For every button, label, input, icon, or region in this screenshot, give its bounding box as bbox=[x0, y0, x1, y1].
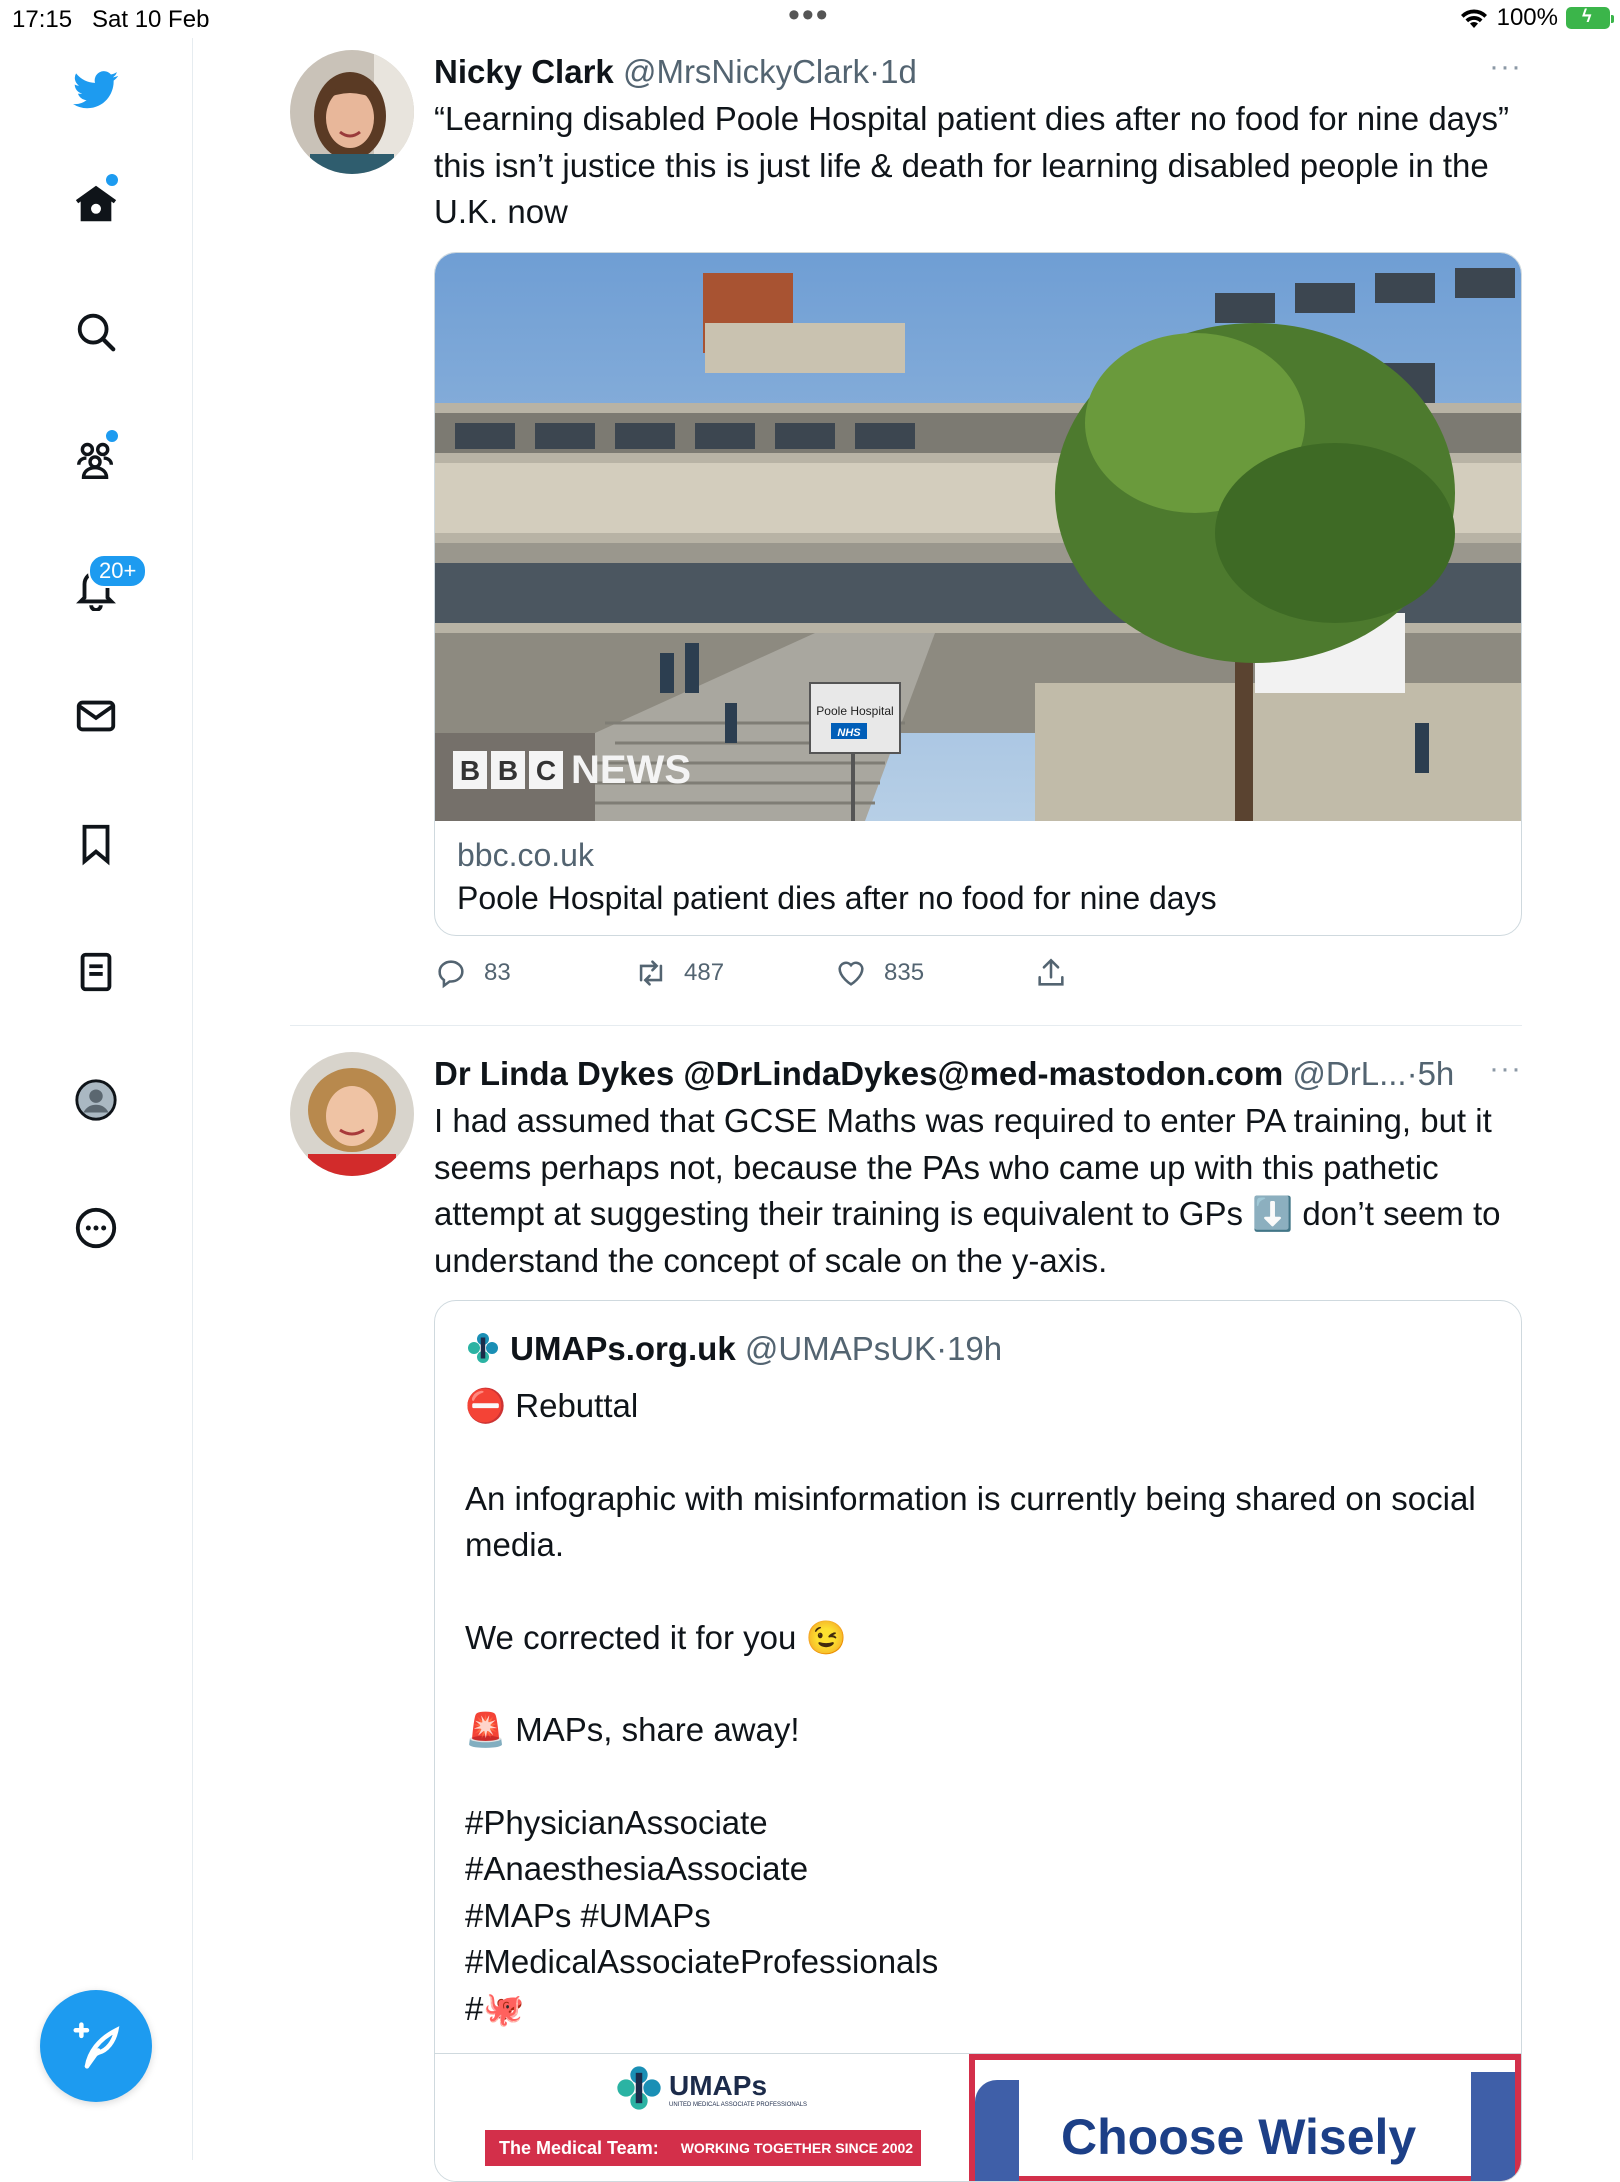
bookmark-icon[interactable] bbox=[64, 812, 128, 876]
infographic-right-panel: Choose Wisely bbox=[969, 2054, 1521, 2181]
retweet-count: 487 bbox=[684, 959, 725, 986]
author-name[interactable]: Dr Linda Dykes @DrLindaDykes@med-mastodo… bbox=[434, 1055, 1283, 1092]
more-options-icon[interactable]: ··· bbox=[1489, 1052, 1522, 1086]
tweet[interactable]: Dr Linda Dykes @DrLindaDykes@med-mastodo… bbox=[290, 1052, 1522, 2182]
tweet-text: I had assumed that GCSE Maths was requir… bbox=[434, 1102, 1501, 1279]
infographic-banner-a: The Medical Team: bbox=[499, 2137, 659, 2158]
infographic-bar-right bbox=[1471, 2072, 1515, 2181]
link-domain: bbc.co.uk bbox=[457, 837, 594, 873]
tweet-body: Nicky Clark @MrsNickyClark·1d ··· “Learn… bbox=[434, 50, 1522, 989]
quoted-tweet-content: UMAPs.org.uk @UMAPsUK·19h ⛔ Rebuttal An … bbox=[465, 1327, 1495, 2032]
retweet-icon bbox=[639, 960, 663, 986]
quoted-line-infographic: An infographic with misinformation is cu… bbox=[465, 1479, 1476, 1564]
hashtag[interactable]: #PhysicianAssociate bbox=[465, 1800, 1495, 1847]
umaps-logo-icon bbox=[468, 1333, 498, 1363]
avatar[interactable] bbox=[290, 1052, 414, 1176]
tweet[interactable]: Nicky Clark @MrsNickyClark·1d ··· “Learn… bbox=[290, 50, 1522, 989]
quoted-tweet-header: UMAPs.org.uk @UMAPsUK·19h bbox=[465, 1327, 1495, 1371]
share-upload-icon bbox=[1038, 958, 1064, 986]
infographic-right-title: Choose Wisely bbox=[1061, 2109, 1417, 2165]
infographic-banner-b: WORKING TOGETHER SINCE 2002 bbox=[680, 2140, 914, 2156]
battery-icon: ϟ bbox=[1566, 6, 1614, 29]
infographic-left-panel: UMAPs UNITED MEDICAL ASSOCIATE PROFESSIO… bbox=[435, 2054, 969, 2181]
messages-envelope-icon[interactable] bbox=[64, 684, 128, 748]
profile-avatar-icon[interactable] bbox=[64, 1068, 128, 1132]
sign-nhs: NHS bbox=[837, 727, 861, 739]
tweet-text: “Learning disabled Poole Hospital patien… bbox=[434, 100, 1510, 230]
tweet-header: Dr Linda Dykes @DrLindaDykes@med-mastodo… bbox=[434, 1052, 1474, 1096]
tweet-body: Dr Linda Dykes @DrLindaDykes@med-mastodo… bbox=[434, 1052, 1522, 2182]
link-preview-meta: bbc.co.uk Poole Hospital patient dies af… bbox=[435, 821, 1521, 931]
infographic-banner: The Medical Team: WORKING TOGETHER SINCE… bbox=[485, 2130, 921, 2166]
author-name[interactable]: Nicky Clark bbox=[434, 53, 614, 90]
tweet-time[interactable]: 1d bbox=[880, 53, 917, 90]
author-handle[interactable]: @DrL... bbox=[1292, 1055, 1406, 1092]
link-preview-card[interactable]: Poole Hospital NHS B B C NEWS bbc.co.uk … bbox=[434, 252, 1522, 936]
sidebar: 20+ bbox=[0, 38, 193, 2160]
wifi-icon bbox=[1460, 9, 1487, 28]
quoted-tweet[interactable]: UMAPs.org.uk @UMAPsUK·19h ⛔ Rebuttal An … bbox=[434, 1300, 1522, 2182]
share-button[interactable] bbox=[1034, 956, 1234, 990]
separator-dot: · bbox=[936, 1330, 948, 1367]
link-title: Poole Hospital patient dies after no foo… bbox=[457, 880, 1217, 916]
notifications-badge: 20+ bbox=[88, 554, 148, 588]
sign-text: Poole Hospital bbox=[816, 704, 893, 718]
status-right: 100% ϟ bbox=[1459, 4, 1614, 32]
home-unread-dot bbox=[104, 172, 120, 188]
bbc-letter-c: C bbox=[536, 755, 556, 786]
avatar[interactable] bbox=[290, 50, 414, 174]
like-count: 835 bbox=[884, 959, 925, 986]
more-options-circle-icon[interactable] bbox=[64, 1196, 128, 1260]
news-word: NEWS bbox=[571, 748, 691, 792]
twitter-logo-icon[interactable] bbox=[64, 58, 128, 122]
separator-dot: · bbox=[869, 53, 881, 90]
like-button[interactable]: 835 bbox=[834, 956, 1034, 990]
reply-button[interactable]: 83 bbox=[434, 956, 634, 990]
quoted-author-name[interactable]: UMAPs.org.uk bbox=[510, 1330, 736, 1367]
battery-percent: 100% bbox=[1496, 4, 1558, 31]
lists-icon[interactable] bbox=[64, 940, 128, 1004]
status-time: 17:15 bbox=[12, 6, 73, 33]
quoted-media[interactable]: UMAPs UNITED MEDICAL ASSOCIATE PROFESSIO… bbox=[435, 2053, 1521, 2181]
tweet-divider bbox=[290, 1025, 1522, 1026]
tweet-time[interactable]: 5h bbox=[1418, 1055, 1455, 1092]
hashtag[interactable]: #MedicalAssociateProfessionals bbox=[465, 1939, 1495, 1986]
quoted-line-corrected: We corrected it for you 😉 bbox=[465, 1618, 847, 1656]
feather-plus-icon bbox=[73, 2022, 120, 2069]
hashtag[interactable]: #🐙 bbox=[465, 1986, 1495, 2033]
quoted-tweet-time[interactable]: 19h bbox=[947, 1330, 1002, 1367]
infographic-bar-left bbox=[975, 2080, 1019, 2181]
separator-dot: · bbox=[1406, 1055, 1418, 1092]
bbc-letter-b2: B bbox=[498, 755, 518, 786]
search-icon[interactable] bbox=[64, 300, 128, 364]
status-date: Sat 10 Feb bbox=[92, 6, 210, 33]
status-bar: 17:15 Sat 10 Feb ••• 100% ϟ bbox=[0, 0, 1620, 38]
compose-tweet-button[interactable] bbox=[40, 1990, 152, 2102]
hashtag[interactable]: #MAPs #UMAPs bbox=[465, 1893, 1495, 1940]
retweet-button[interactable]: 487 bbox=[634, 956, 834, 990]
infographic-logo-text: UMAPs bbox=[669, 2070, 768, 2101]
bbc-letter-b1: B bbox=[460, 755, 480, 786]
multitasking-dots[interactable]: ••• bbox=[788, 0, 830, 35]
link-preview-image: Poole Hospital NHS B B C NEWS bbox=[435, 253, 1521, 821]
quoted-line-rebuttal: ⛔ Rebuttal bbox=[465, 1387, 639, 1424]
author-handle[interactable]: @MrsNickyClark bbox=[623, 53, 869, 90]
infographic-logo-subtitle: UNITED MEDICAL ASSOCIATE PROFESSIONALS bbox=[669, 2102, 808, 2108]
quoted-line-share: 🚨 MAPs, share away! bbox=[465, 1711, 800, 1748]
heart-icon bbox=[838, 961, 864, 986]
quoted-author-handle[interactable]: @UMAPsUK bbox=[745, 1330, 936, 1367]
reply-bubble-icon bbox=[438, 960, 464, 989]
tweet-header: Nicky Clark @MrsNickyClark·1d bbox=[434, 50, 1522, 94]
reply-count: 83 bbox=[484, 959, 511, 986]
hashtag-list: #PhysicianAssociate #AnaesthesiaAssociat… bbox=[465, 1800, 1495, 2033]
more-options-icon[interactable]: ··· bbox=[1489, 50, 1522, 84]
hashtag[interactable]: #AnaesthesiaAssociate bbox=[465, 1846, 1495, 1893]
umaps-infographic-logo-icon bbox=[617, 2066, 661, 2110]
tweet-actions: 83 487 835 bbox=[434, 956, 1234, 990]
communities-unread-dot bbox=[104, 428, 120, 444]
